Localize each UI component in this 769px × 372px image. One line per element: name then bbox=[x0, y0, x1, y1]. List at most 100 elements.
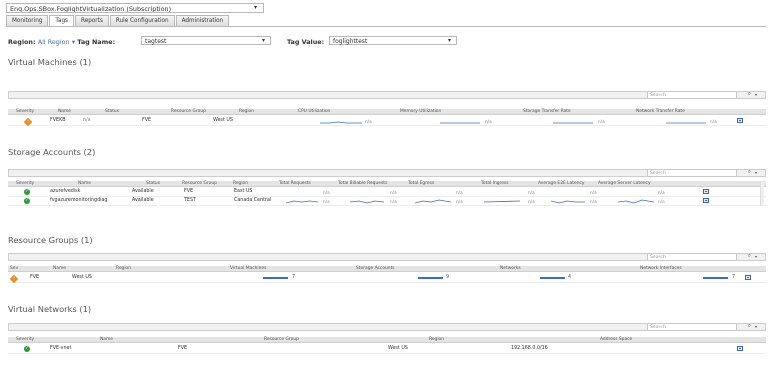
vnet-search-input[interactable]: Search ⌕ ▾ bbox=[647, 323, 757, 331]
col-status[interactable]: Status bbox=[146, 181, 160, 186]
rg-name[interactable]: FVE bbox=[30, 275, 39, 280]
tab-rule-configuration[interactable]: Rule Configuration bbox=[109, 15, 175, 26]
col-name[interactable]: Name bbox=[100, 337, 113, 342]
chevron-down-icon[interactable]: ▾ bbox=[755, 92, 757, 97]
details-icon[interactable] bbox=[703, 189, 709, 194]
search-icon[interactable]: ⌕ bbox=[748, 253, 751, 260]
col-storage-accounts[interactable]: Storage Accounts bbox=[356, 266, 395, 271]
vm-search-input[interactable]: Search ⌕ ▾ bbox=[647, 91, 757, 99]
tag-name-select[interactable]: tagtest ▾ bbox=[141, 36, 271, 45]
rg-search-input[interactable]: Search ⌕ ▾ bbox=[647, 253, 757, 261]
rg-vm-count: 7 bbox=[292, 275, 296, 280]
rg-section-title: Resource Groups (1) bbox=[8, 235, 93, 245]
region-filter: Region: All Region ▾ Tag Name: bbox=[8, 38, 115, 46]
ok-severity-icon: ✓ bbox=[24, 189, 30, 195]
col-total-egress[interactable]: Total Egress bbox=[408, 181, 434, 186]
col-average-server-latency[interactable]: Average Server Latency bbox=[598, 181, 651, 186]
col-resource-group[interactable]: Resource Group bbox=[264, 337, 299, 342]
chevron-down-icon[interactable]: ▾ bbox=[755, 324, 757, 329]
search-icon[interactable]: ⌕ bbox=[748, 323, 751, 330]
col-severity[interactable]: Severity bbox=[16, 337, 34, 342]
vm-name[interactable]: FVEKB bbox=[50, 118, 66, 123]
egress-sparkline bbox=[415, 199, 451, 204]
storage-search-input[interactable]: Search ⌕ ▾ bbox=[647, 169, 757, 177]
table-row[interactable]: ✓ FVE-vnet FVE West US 192.168.0.0/16 bbox=[8, 345, 766, 354]
col-region[interactable]: Region bbox=[116, 266, 131, 271]
vnet-name[interactable]: FVE-vnet bbox=[50, 346, 71, 351]
storage-total-requests: n/a bbox=[323, 190, 330, 195]
vm-region: West US bbox=[213, 118, 233, 123]
cpu-sparkline bbox=[320, 121, 362, 124]
nics-count-bar bbox=[703, 277, 728, 279]
col-network-transfer-rate[interactable]: Network Transfer Rate bbox=[636, 109, 685, 114]
vm-cpu-value: n/a bbox=[365, 119, 372, 124]
col-virtual-machines[interactable]: Virtual Machines bbox=[230, 266, 266, 271]
rg-sa-count: 9 bbox=[446, 275, 450, 280]
storage-region: Canada Central bbox=[234, 198, 272, 203]
col-severity[interactable]: Severity bbox=[16, 109, 34, 114]
col-memory-utilization[interactable]: Memory Utilization bbox=[400, 109, 441, 114]
subscription-selector[interactable]: Eng.Ops.SBox.FoglightVirtualization (Sub… bbox=[6, 3, 264, 13]
storage-total-requests: n/a bbox=[323, 199, 330, 204]
storage-total-ingress: n/a bbox=[528, 199, 535, 204]
tab-monitoring[interactable]: Monitoring bbox=[6, 15, 49, 26]
col-average-e2e-latency[interactable]: Average E2E Latency bbox=[538, 181, 585, 186]
e2e-latency-sparkline bbox=[551, 200, 585, 204]
col-resource-group[interactable]: Resource Group bbox=[182, 181, 217, 186]
storage-scrollbar[interactable] bbox=[760, 182, 764, 206]
details-icon[interactable] bbox=[703, 198, 709, 203]
storage-status: Available bbox=[132, 198, 154, 203]
tab-administration[interactable]: Administration bbox=[175, 15, 230, 26]
search-icon[interactable]: ⌕ bbox=[748, 169, 751, 176]
vnet-table-header: Severity Name Resource Group Region Addr… bbox=[8, 337, 766, 343]
details-icon[interactable] bbox=[745, 275, 751, 280]
vnet-search-placeholder: Search bbox=[650, 325, 666, 330]
vm-memory-value: n/a bbox=[485, 119, 492, 124]
storage-name[interactable]: fvgazuremonitoringdiag bbox=[50, 198, 107, 203]
requests-sparkline bbox=[286, 200, 318, 204]
chevron-down-icon[interactable]: ▾ bbox=[755, 170, 757, 175]
col-address-space[interactable]: Address Space bbox=[600, 337, 632, 342]
col-total-requests[interactable]: Total Requests bbox=[279, 181, 311, 186]
col-region[interactable]: Region bbox=[233, 181, 248, 186]
details-icon[interactable] bbox=[737, 118, 743, 123]
table-row[interactable]: ✓ fvgazuremonitoringdiag Available TEST … bbox=[8, 197, 766, 206]
col-storage-transfer-rate[interactable]: Storage Transfer Rate bbox=[523, 109, 571, 114]
vnet-region: West US bbox=[388, 346, 408, 351]
table-row[interactable]: ✓ azurefvedisk Available FVE East US n/a… bbox=[8, 188, 766, 197]
table-row[interactable]: ! FVEKB n/a FVE West US n/a n/a n/a n/a bbox=[8, 117, 766, 126]
col-total-ingress[interactable]: Total Ingress bbox=[481, 181, 509, 186]
storage-name[interactable]: azurefvedisk bbox=[50, 189, 80, 194]
tag-name-label: Tag Name: bbox=[77, 38, 116, 46]
chevron-down-icon[interactable]: ▾ bbox=[755, 254, 757, 259]
col-status[interactable]: Status bbox=[105, 109, 119, 114]
search-icon[interactable]: ⌕ bbox=[748, 91, 751, 98]
col-network-interfaces[interactable]: Network Interfaces bbox=[640, 266, 682, 271]
tab-reports[interactable]: Reports bbox=[75, 15, 109, 26]
col-resource-group[interactable]: Resource Group bbox=[171, 109, 206, 114]
col-region[interactable]: Region bbox=[239, 109, 254, 114]
vnet-section-title: Virtual Networks (1) bbox=[8, 304, 92, 314]
details-icon[interactable] bbox=[737, 346, 743, 351]
col-name[interactable]: Name bbox=[78, 181, 91, 186]
rg-search-placeholder: Search bbox=[650, 255, 666, 260]
server-latency-sparkline bbox=[618, 199, 654, 204]
col-cpu-utilization[interactable]: CPU Utilization bbox=[298, 109, 330, 114]
table-row[interactable]: ! FVE West US 7 9 4 7 bbox=[8, 274, 766, 283]
col-severity[interactable]: Sev bbox=[10, 266, 18, 271]
col-networks[interactable]: Networks bbox=[500, 266, 521, 271]
ingress-sparkline bbox=[484, 200, 520, 203]
col-severity[interactable]: Severity bbox=[16, 181, 34, 186]
col-name[interactable]: Name bbox=[58, 109, 71, 114]
col-name[interactable]: Name bbox=[53, 266, 66, 271]
col-region[interactable]: Region bbox=[429, 337, 444, 342]
region-value-link[interactable]: All Region bbox=[38, 38, 70, 46]
rg-networks-count: 4 bbox=[568, 275, 572, 280]
vnet-address-space: 192.168.0.0/16 bbox=[511, 346, 548, 351]
tag-value-select[interactable]: foglighttest ▾ bbox=[329, 36, 457, 45]
vnet-resource-group: FVE bbox=[178, 346, 188, 351]
col-total-billable-requests[interactable]: Total Billable Requests bbox=[338, 181, 387, 186]
storage-server-latency: n/a bbox=[658, 190, 665, 195]
chevron-down-icon: ▾ bbox=[447, 37, 451, 44]
vm-network-value: n/a bbox=[710, 119, 717, 124]
